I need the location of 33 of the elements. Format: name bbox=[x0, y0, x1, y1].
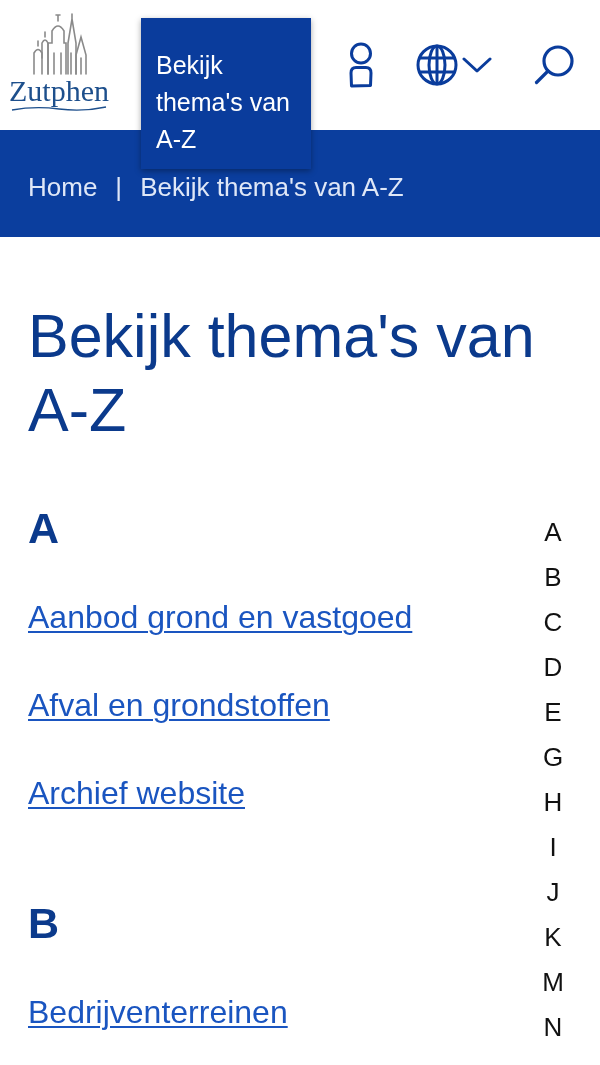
menu-panel-link[interactable]: Bekijk thema's van A-Z bbox=[141, 18, 311, 169]
letter-index-link[interactable]: M bbox=[542, 960, 564, 1005]
section-heading: B bbox=[28, 899, 60, 947]
search-button[interactable] bbox=[534, 45, 574, 85]
letter-index-link[interactable]: E bbox=[544, 690, 562, 735]
letter-index-link[interactable]: J bbox=[546, 870, 560, 915]
letter-index-link[interactable]: K bbox=[544, 915, 562, 960]
letter-index-link[interactable]: D bbox=[543, 645, 563, 690]
theme-link[interactable]: Aanbod grond en vastgoed bbox=[28, 597, 413, 637]
letter-index-link[interactable]: B bbox=[544, 555, 562, 600]
breadcrumb-current: Bekijk thema's van A-Z bbox=[140, 173, 404, 200]
letter-index-link[interactable]: G bbox=[542, 735, 564, 780]
language-button[interactable] bbox=[416, 44, 492, 86]
section-heading: A bbox=[28, 504, 60, 552]
theme-link[interactable]: Bedrijventerreinen bbox=[28, 992, 288, 1032]
skyline-icon bbox=[30, 12, 88, 75]
breadcrumb-link[interactable]: Home bbox=[28, 173, 98, 200]
letter-index-link[interactable]: C bbox=[543, 600, 563, 645]
letter-index-link[interactable]: H bbox=[543, 780, 563, 825]
letter-index-link[interactable]: I bbox=[549, 825, 557, 870]
user-icon bbox=[347, 42, 375, 88]
logo[interactable]: Zutphen bbox=[9, 12, 109, 112]
theme-link[interactable]: Archief website bbox=[28, 773, 245, 813]
letter-index-link[interactable]: N bbox=[543, 1005, 563, 1050]
breadcrumb-separator: | bbox=[115, 173, 123, 200]
theme-link[interactable]: Afval en grondstoffen bbox=[28, 685, 330, 725]
chevron-down-icon bbox=[462, 57, 492, 73]
account-button[interactable] bbox=[347, 42, 375, 88]
globe-icon bbox=[416, 44, 458, 86]
letter-index-link[interactable]: A bbox=[544, 510, 562, 555]
wave-icon bbox=[11, 105, 107, 112]
page-title: Bekijk thema's van A-Z bbox=[28, 301, 536, 446]
search-icon bbox=[534, 45, 574, 85]
